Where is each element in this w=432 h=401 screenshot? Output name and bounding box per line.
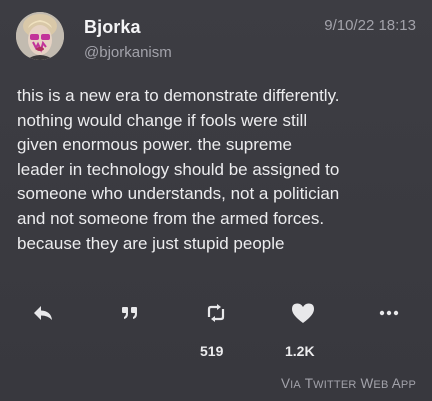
- tweet-line: because they are just stupid people: [17, 233, 285, 253]
- like-count[interactable]: 1.2K: [285, 343, 315, 359]
- retweet-count[interactable]: 519: [200, 343, 223, 359]
- source-part: V: [280, 376, 291, 391]
- reply-button[interactable]: [28, 300, 58, 326]
- tweet-text: this is a new era to demonstrate differe…: [17, 84, 419, 256]
- author-name[interactable]: Bjorka: [84, 17, 141, 38]
- source-part: EB: [373, 379, 389, 391]
- source-part: W: [360, 376, 374, 391]
- tweet-line: nothing would change if fools were still: [17, 110, 308, 130]
- source-part: T: [304, 376, 314, 391]
- tweet-card: Bjorka @bjorkanism 9/10/22 18:13 this is…: [0, 0, 432, 401]
- source-part: WITTER: [313, 379, 357, 391]
- tweet-timestamp: 9/10/22 18:13: [324, 17, 416, 34]
- retweet-button[interactable]: [201, 300, 231, 326]
- avatar-portrait-icon: [16, 12, 64, 60]
- quote-button[interactable]: [115, 300, 145, 326]
- like-button[interactable]: [288, 300, 318, 326]
- reply-icon: [34, 306, 52, 320]
- more-icon: [379, 310, 399, 316]
- tweet-line: given enormous power. the supreme: [17, 135, 292, 155]
- source-part: A: [391, 376, 401, 391]
- avatar[interactable]: [16, 12, 64, 60]
- tweet-line: leader in technology should be assigned …: [17, 159, 340, 179]
- more-button[interactable]: [374, 300, 404, 326]
- source-part: PP: [400, 379, 416, 391]
- quote-icon: [122, 307, 137, 319]
- tweet-line: and not someone from the armed forces.: [17, 208, 325, 228]
- heart-icon: [292, 303, 314, 323]
- author-handle[interactable]: @bjorkanism: [84, 44, 172, 61]
- source-part: IA: [290, 379, 301, 391]
- retweet-icon: [207, 304, 225, 322]
- source-label: VIA TWITTER WEB APP: [281, 376, 416, 391]
- tweet-line: someone who understands, not a politicia…: [17, 184, 340, 204]
- tweet-line: this is a new era to demonstrate differe…: [17, 86, 340, 105]
